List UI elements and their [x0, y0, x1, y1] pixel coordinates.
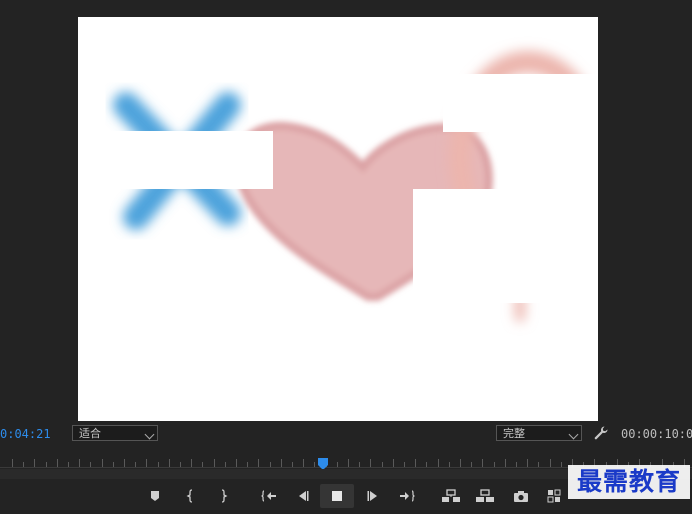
- step-forward-icon[interactable]: [362, 485, 384, 507]
- wrench-icon[interactable]: [593, 425, 609, 441]
- marker-icon[interactable]: [144, 485, 166, 507]
- ruler-tick: [415, 459, 416, 467]
- go-to-in-icon[interactable]: [258, 485, 280, 507]
- ruler-tick: [460, 459, 461, 467]
- zoom-level-select[interactable]: 适合: [72, 425, 158, 441]
- current-timecode[interactable]: 0:04:21: [0, 427, 51, 441]
- mark-out-icon[interactable]: [212, 485, 234, 507]
- ruler-tick: [550, 459, 551, 467]
- stop-button[interactable]: [320, 484, 354, 508]
- ruler-tick: [191, 459, 192, 467]
- duration-timecode: 00:00:10:00: [621, 427, 692, 441]
- ruler-tick: [348, 459, 349, 467]
- ruler-tick: [438, 459, 439, 467]
- lift-icon[interactable]: [440, 485, 462, 507]
- ruler-tick: [303, 459, 304, 467]
- playback-resolution-select[interactable]: 完整: [496, 425, 582, 441]
- ruler-tick: [370, 459, 371, 467]
- chevron-down-icon: [144, 429, 155, 440]
- ruler-tick: [57, 459, 58, 467]
- ruler-tick: [393, 459, 394, 467]
- ruler-tick: [169, 459, 170, 467]
- step-back-icon[interactable]: [292, 485, 314, 507]
- go-to-out-icon[interactable]: [396, 485, 418, 507]
- ruler-tick: [214, 459, 215, 467]
- mark-in-icon[interactable]: [180, 485, 202, 507]
- ruler-tick: [505, 459, 506, 467]
- ruler-tick: [281, 459, 282, 467]
- ruler-tick: [146, 459, 147, 467]
- extract-icon[interactable]: [474, 485, 496, 507]
- chevron-down-icon: [568, 429, 579, 440]
- ruler-tick: [79, 459, 80, 467]
- ruler-tick: [236, 459, 237, 467]
- ruler-tick: [102, 459, 103, 467]
- watermark-logo: 最需教育: [568, 465, 690, 499]
- zoom-level-value: 适合: [79, 427, 101, 440]
- program-monitor-canvas[interactable]: [78, 17, 598, 421]
- ruler-tick: [124, 459, 125, 467]
- stop-icon: [332, 491, 342, 501]
- ruler-tick: [12, 459, 13, 467]
- camera-icon[interactable]: [510, 485, 532, 507]
- frame-image: [108, 51, 598, 322]
- monitor-info-bar: 0:04:21 适合 完整 00:00:10:00: [0, 421, 692, 447]
- ruler-tick: [482, 459, 483, 467]
- ruler-tick: [527, 459, 528, 467]
- ruler-tick: [34, 459, 35, 467]
- playback-resolution-value: 完整: [503, 427, 525, 440]
- playhead-handle[interactable]: [318, 455, 328, 470]
- ruler-tick: [258, 459, 259, 467]
- button-editor-icon[interactable]: [544, 485, 566, 507]
